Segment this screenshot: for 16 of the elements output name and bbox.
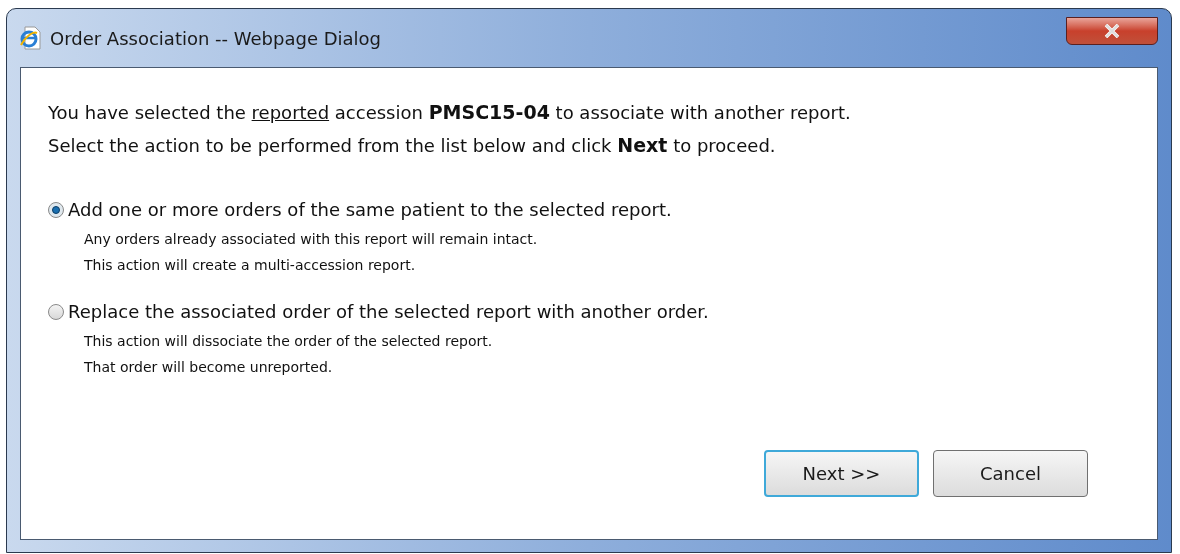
option-description: This action will dissociate the order of the selected report. xyxy=(84,332,493,351)
browser-icon xyxy=(20,26,42,50)
option-label: Add one or more orders of the same patient to the selected report. xyxy=(68,198,672,222)
instruction-text: Select the action to be performed from the list below and click Next to proceed. xyxy=(48,133,776,158)
cancel-button[interactable]: Cancel xyxy=(933,450,1088,497)
radio-button[interactable] xyxy=(48,202,64,218)
close-button[interactable] xyxy=(1066,17,1158,45)
option-description: Any orders already associated with this report will remain intact. xyxy=(84,230,538,249)
window-title: Order Association -- Webpage Dialog xyxy=(50,26,382,51)
option-description: This action will create a multi-accession report. xyxy=(84,256,416,275)
option-label: Replace the associated order of the selected report with another order. xyxy=(68,300,709,324)
radio-button[interactable] xyxy=(48,304,64,320)
option-description: That order will become unreported. xyxy=(84,358,333,377)
close-icon xyxy=(1104,24,1120,38)
next-button[interactable]: Next >> xyxy=(764,450,919,497)
instruction-text: You have selected the reported accession PMSC15-04 to associate with another report. xyxy=(48,100,851,125)
